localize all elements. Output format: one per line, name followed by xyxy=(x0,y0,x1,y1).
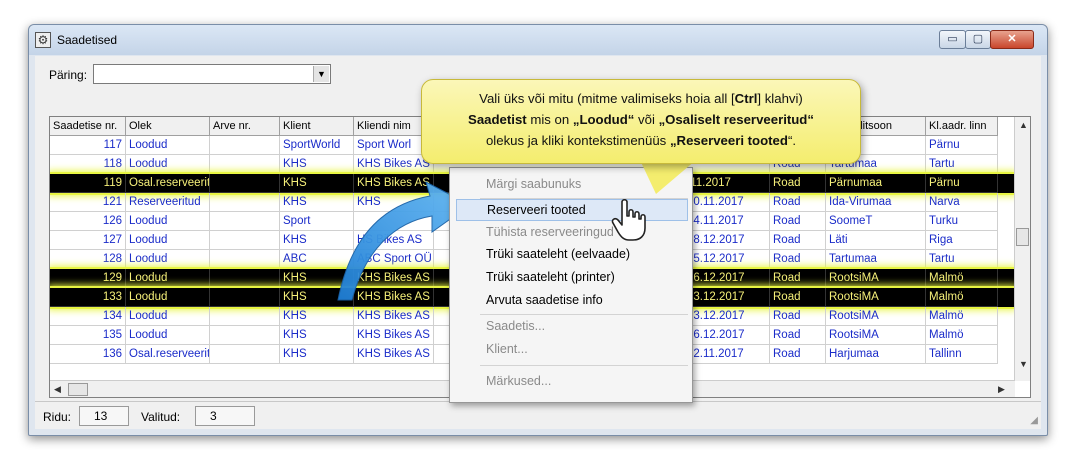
menu-item-calc-info[interactable]: Arvuta saadetise info xyxy=(486,290,603,312)
callout-line-2: Saadetist mis on „Loodud“ või „Osaliselt… xyxy=(422,109,860,130)
callout-text: mis on xyxy=(526,112,573,127)
instruction-callout: Vali üks või mitu (mitme valimiseks hoia… xyxy=(421,79,861,164)
callout-text: olekus ja kliki kontekstimenüüs xyxy=(485,133,670,148)
hand-cursor-icon xyxy=(611,198,646,241)
callout-line-3: olekus ja kliki kontekstimenüüs „Reserve… xyxy=(422,130,860,151)
menu-item-cancel-reservations[interactable]: Tühista reserveeringud xyxy=(486,222,614,244)
menu-item-print-printer[interactable]: Trüki saateleht (printer) xyxy=(486,267,615,289)
callout-bold: „Loodud“ xyxy=(572,112,635,127)
menu-item-client[interactable]: Klient... xyxy=(486,339,528,361)
menu-item-notes[interactable]: Märkused... xyxy=(486,371,551,393)
menu-item-print-preview[interactable]: Trüki saateleht (eelvaade) xyxy=(486,244,630,266)
callout-text: Vali üks või mitu (mitme valimiseks hoia… xyxy=(479,91,735,106)
callout-tail xyxy=(640,160,696,194)
callout-key: Ctrl xyxy=(734,91,758,106)
callout-bold: „Osaliselt reserveeritud“ xyxy=(658,112,814,127)
callout-bold: Saadetist xyxy=(468,112,527,127)
callout-text: “. xyxy=(787,133,797,148)
menu-separator xyxy=(480,365,688,366)
menu-item-mark-arrived[interactable]: Märgi saabunuks xyxy=(486,174,581,196)
callout-bold: „Reserveeri tooted xyxy=(669,133,788,148)
menu-separator xyxy=(480,314,688,315)
callout-text: ] klahvi) xyxy=(757,91,803,106)
menu-item-shipment[interactable]: Saadetis... xyxy=(486,316,545,338)
callout-line-1: Vali üks või mitu (mitme valimiseks hoia… xyxy=(422,88,860,109)
callout-text: või xyxy=(634,112,659,127)
menu-item-reserve-products[interactable]: Reserveeri tooted xyxy=(456,199,688,221)
context-menu: Märgi saabunuks Reserveeri tooted Tühist… xyxy=(449,167,693,403)
